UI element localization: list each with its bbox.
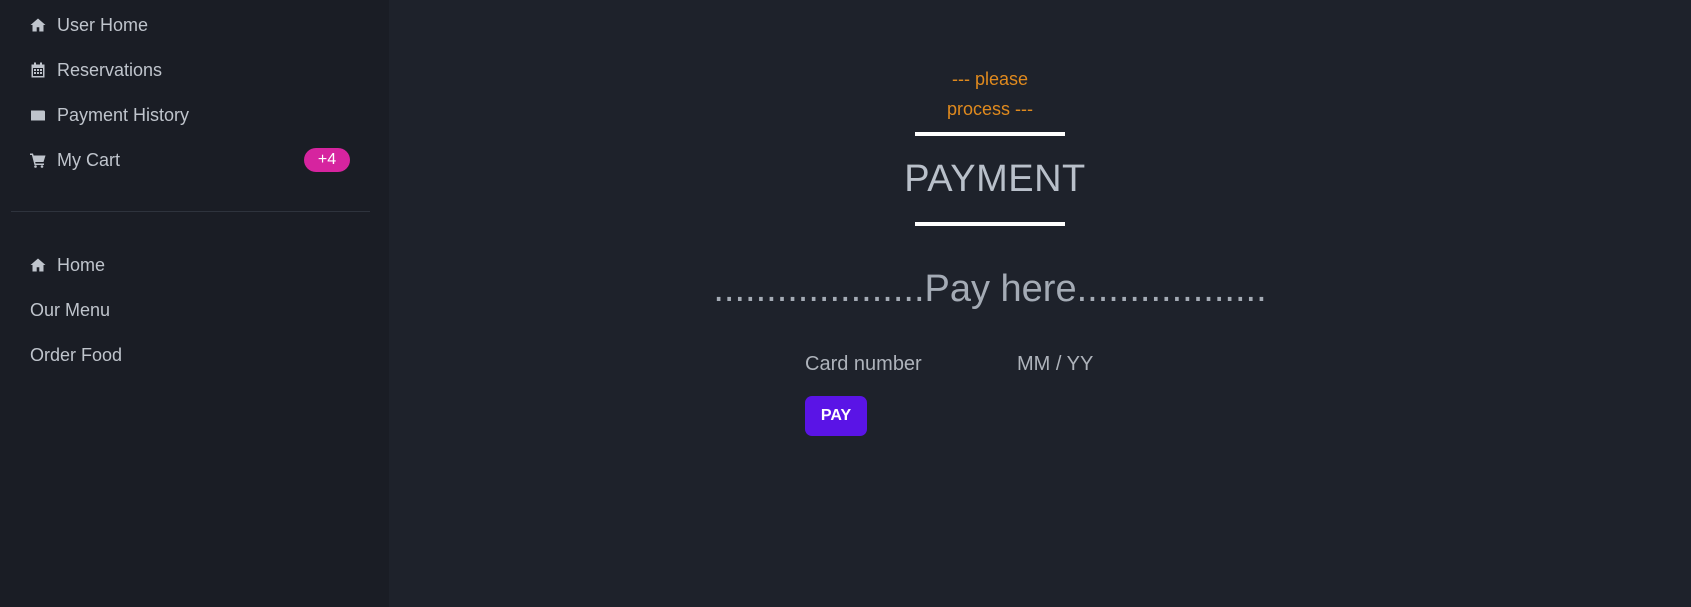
sidebar-divider: [11, 211, 370, 212]
cart-icon: [30, 152, 46, 168]
sidebar-item-label: Home: [57, 254, 106, 275]
sidebar-item-payment-history[interactable]: Payment History: [30, 103, 189, 127]
sidebar-item-order-food[interactable]: Order Food: [30, 343, 122, 367]
page-subtitle: --- please process ---: [933, 64, 1047, 124]
card-number-input[interactable]: [805, 351, 995, 377]
sidebar-item-label: My Cart: [57, 149, 120, 170]
sidebar-item-reservations[interactable]: Reservations: [30, 58, 162, 82]
subtitle-line-2: process ---: [946, 99, 1033, 119]
sidebar-item-label: Reservations: [57, 59, 163, 80]
home-icon: [30, 257, 46, 273]
expiry-date-input[interactable]: [1017, 351, 1127, 377]
sidebar-item-label: Our Menu: [30, 299, 111, 320]
sidebar-item-label: User Home: [57, 14, 149, 35]
pay-here-heading: ....................Pay here............…: [713, 268, 1267, 310]
title-top-rule: [915, 132, 1065, 136]
sidebar-item-home[interactable]: Home: [30, 253, 105, 277]
sidebar-item-my-cart[interactable]: My Cart: [30, 148, 120, 172]
title-bottom-rule: [915, 222, 1065, 226]
sidebar: User Home Reservations Payment History M…: [0, 0, 389, 607]
cart-count-badge: +4: [304, 148, 350, 172]
calendar-icon: [30, 62, 46, 78]
pay-button[interactable]: PAY: [805, 396, 867, 436]
sidebar-item-label: Order Food: [30, 344, 123, 365]
subtitle-line-1: --- please: [951, 69, 1029, 89]
wallet-icon: [30, 107, 46, 123]
sidebar-item-label: Payment History: [57, 104, 190, 125]
sidebar-item-user-home[interactable]: User Home: [30, 13, 148, 37]
sidebar-item-our-menu[interactable]: Our Menu: [30, 298, 110, 322]
page-title: PAYMENT: [904, 158, 1086, 200]
home-icon: [30, 17, 46, 33]
